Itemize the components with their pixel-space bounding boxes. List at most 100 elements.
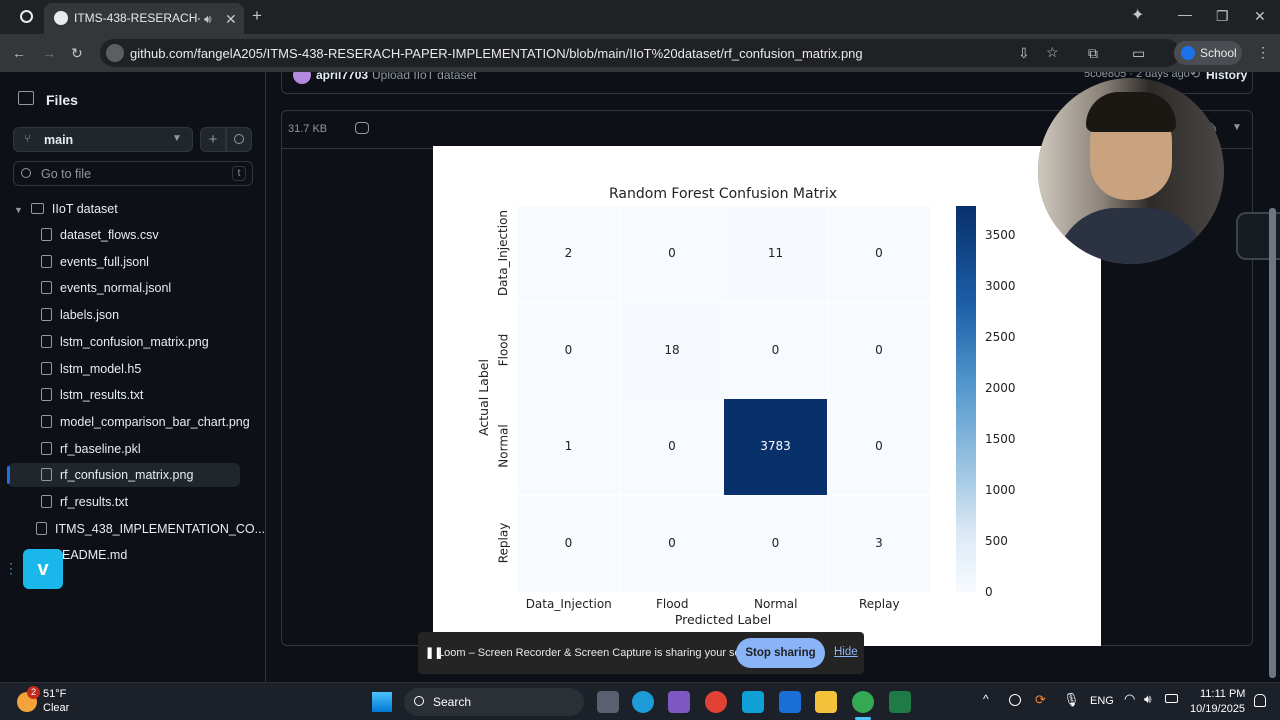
collapse-sidebar-icon[interactable]: [18, 91, 34, 105]
tab-title: ITMS-438-RESERACH-PAPE: [74, 11, 200, 25]
reload-icon[interactable]: ↻: [71, 46, 83, 60]
edge-icon[interactable]: [632, 691, 654, 713]
sparkle-icon[interactable]: ✦: [1131, 8, 1144, 24]
volume-icon[interactable]: 🔊︎: [1144, 692, 1152, 707]
battery-icon[interactable]: [1165, 694, 1178, 703]
extensions-icon[interactable]: ⧉: [1088, 46, 1098, 60]
file-label: rf_baseline.pkl: [60, 441, 141, 456]
tab-search-icon[interactable]: ▭: [1132, 46, 1145, 60]
copilot-app-icon[interactable]: [668, 691, 690, 713]
file-item[interactable]: dataset_flows.csv: [8, 223, 159, 247]
file-item[interactable]: events_full.jsonl: [8, 250, 149, 274]
author-avatar[interactable]: [293, 72, 311, 84]
cell-value: 0: [771, 342, 780, 357]
search-button[interactable]: [226, 127, 252, 152]
stop-sharing-button[interactable]: Stop sharing: [736, 638, 825, 668]
file-explorer-icon[interactable]: [815, 691, 837, 713]
file-icon: [41, 414, 52, 428]
colorbar-tick-label: 1500: [985, 431, 1016, 446]
file-tree-sidebar: Files ⑂ main ▼ + Go to file t ▼ IIoT data…: [0, 72, 266, 682]
microphone-icon[interactable]: 🎙︎: [1063, 692, 1080, 708]
add-file-button[interactable]: +: [200, 127, 226, 152]
excel-icon[interactable]: [889, 691, 911, 713]
file-item[interactable]: rf_results.txt: [8, 490, 128, 514]
heatmap-cell: 3: [827, 495, 931, 592]
file-item[interactable]: labels.json: [8, 303, 119, 327]
cell-value: 0: [771, 535, 780, 550]
chrome-active-icon[interactable]: [852, 691, 874, 713]
close-tab-icon[interactable]: ✕: [225, 12, 237, 26]
heatmap-cell: 0: [517, 495, 620, 592]
browser-tab[interactable]: ITMS-438-RESERACH-PAPE 🔊︎ ✕: [44, 3, 244, 34]
clock-date[interactable]: 10/19/2025: [1190, 703, 1245, 715]
cell-value: 3: [875, 535, 883, 550]
record-indicator-icon[interactable]: [20, 10, 33, 23]
selected-indicator: [7, 466, 10, 485]
file-item[interactable]: events_normal.jsonl: [8, 276, 171, 300]
profile-button[interactable]: School: [1174, 41, 1242, 65]
address-bar[interactable]: github.com/fangelA205/ITMS-438-RESERACH-…: [100, 39, 1180, 67]
maximize-icon[interactable]: ❐: [1216, 9, 1229, 23]
file-item[interactable]: lstm_confusion_matrix.png: [8, 330, 209, 354]
go-to-file-input[interactable]: Go to file t: [13, 161, 253, 186]
file-item-implementation[interactable]: ITMS_438_IMPLEMENTATION_CO...: [36, 517, 265, 541]
chrome-icon[interactable]: [705, 691, 727, 713]
tray-chevron-icon[interactable]: ^: [983, 692, 989, 706]
file-item-readme[interactable]: EADME.md: [62, 543, 127, 567]
file-item[interactable]: lstm_model.h5: [8, 357, 141, 381]
page-scrollbar[interactable]: [1269, 208, 1276, 678]
cell-value: 0: [875, 342, 883, 357]
file-label: ITMS_438_IMPLEMENTATION_CO...: [55, 522, 266, 536]
file-label: model_comparison_bar_chart.png: [60, 414, 250, 429]
commit-author[interactable]: april7703: [316, 72, 368, 82]
new-tab-icon[interactable]: +: [252, 7, 262, 24]
clock-time[interactable]: 11:11 PM: [1200, 688, 1245, 700]
notification-icon[interactable]: [1254, 694, 1266, 707]
copilot-icon[interactable]: [355, 122, 369, 134]
install-app-icon[interactable]: ⇩: [1018, 46, 1030, 60]
heatmap-cell: 18: [620, 302, 724, 399]
branch-selector[interactable]: ⑂ main ▼: [13, 127, 193, 152]
file-item[interactable]: rf_baseline.pkl: [8, 437, 141, 461]
file-item[interactable]: model_comparison_bar_chart.png: [8, 410, 250, 434]
url-text[interactable]: github.com/fangelA205/ITMS-438-RESERACH-…: [130, 46, 863, 61]
cell-value: 2: [564, 246, 573, 260]
hide-link[interactable]: Hide: [834, 646, 858, 658]
chevron-down-icon: ▼: [172, 133, 182, 144]
heatmap-cell: 3783: [724, 399, 827, 495]
wifi-icon[interactable]: ◠: [1124, 691, 1135, 707]
task-view-icon[interactable]: [597, 691, 619, 713]
remote-desktop-icon[interactable]: [742, 691, 764, 713]
outlook-icon[interactable]: [779, 691, 801, 713]
browser-menu-icon[interactable]: ⋮: [1256, 45, 1270, 59]
more-options-icon[interactable]: ▼: [1232, 122, 1242, 133]
tray-app-icon[interactable]: [1009, 694, 1021, 706]
chart-title: Random Forest Confusion Matrix: [609, 186, 837, 202]
bookmark-star-icon[interactable]: ☆: [1046, 45, 1059, 59]
heatmap-cell: 2: [517, 206, 620, 302]
search-icon: [234, 134, 244, 144]
heatmap-cell: 0: [827, 206, 931, 302]
weather-desc[interactable]: Clear: [43, 702, 69, 714]
vimeo-record-button[interactable]: v: [23, 549, 63, 589]
taskbar-search[interactable]: Search: [404, 688, 584, 716]
tray-sync-icon[interactable]: ⟳: [1035, 692, 1046, 708]
back-icon[interactable]: ←: [12, 46, 26, 60]
sidebar-title: Files: [46, 92, 78, 108]
cell-value: 0: [668, 439, 676, 453]
minimize-icon[interactable]: —: [1178, 7, 1192, 21]
language-indicator[interactable]: ENG: [1090, 695, 1114, 707]
commit-message[interactable]: Upload IIoT dataset: [372, 72, 477, 82]
forward-icon[interactable]: →: [42, 46, 56, 60]
file-item[interactable]: lstm_results.txt: [8, 383, 143, 407]
site-info-icon[interactable]: [106, 44, 124, 62]
close-window-icon[interactable]: ✕: [1254, 9, 1266, 23]
audio-icon[interactable]: 🔊︎: [204, 12, 212, 26]
folder-iiot-dataset[interactable]: ▼ IIoT dataset: [14, 197, 118, 221]
windows-start-icon[interactable]: [372, 692, 392, 712]
x-tick-label: Flood: [655, 597, 689, 611]
cell-value: 0: [564, 535, 573, 550]
webcam-overlay[interactable]: [1038, 78, 1224, 264]
weather-temp[interactable]: 51°F: [43, 688, 66, 700]
file-item[interactable]: rf_confusion_matrix.png: [7, 463, 240, 488]
